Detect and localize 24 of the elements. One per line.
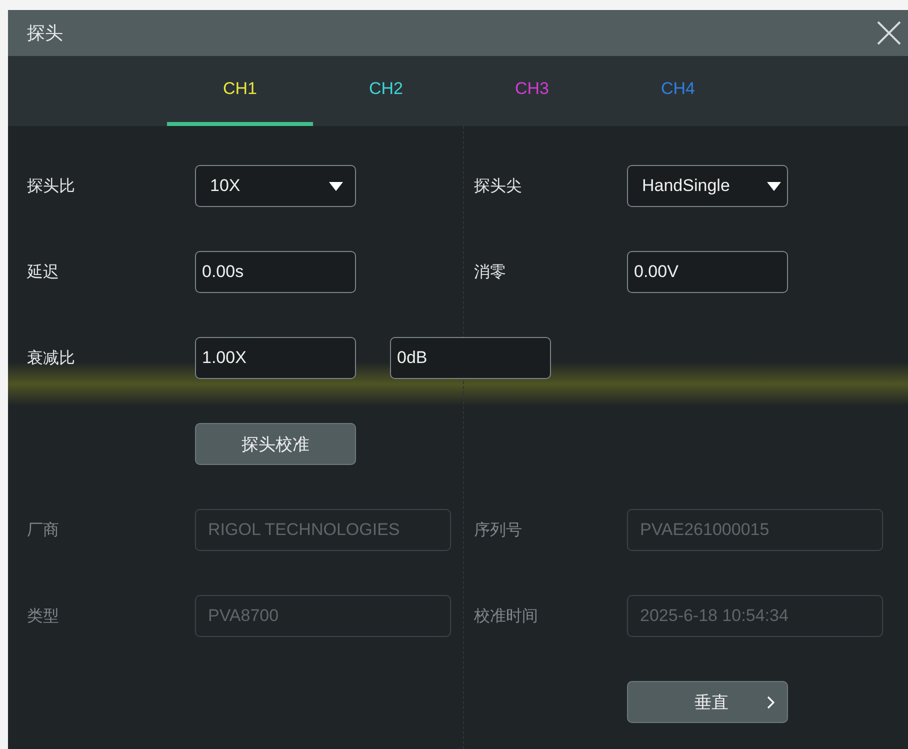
channel-tab[interactable]: CH2 — [313, 56, 459, 126]
caret-icon — [767, 182, 781, 190]
field-label: 厂商 — [27, 520, 59, 538]
field-label: 类型 — [27, 606, 59, 624]
chevron-right-icon — [767, 696, 775, 708]
channel-tab[interactable]: CH1 — [167, 56, 313, 126]
dialog-title: 探头 — [27, 22, 63, 45]
field-label: 探头比 — [27, 176, 75, 194]
field-label: 衰减比 — [27, 348, 75, 366]
close-icon[interactable] — [876, 20, 902, 46]
caret-icon — [329, 182, 343, 190]
calibrate-button[interactable]: 探头校准 — [195, 423, 356, 465]
input-field[interactable]: 0.00s — [195, 251, 356, 293]
input-field[interactable]: 0.00V — [627, 251, 788, 293]
dropdown[interactable]: 10X — [195, 165, 356, 207]
field-label: 序列号 — [474, 520, 522, 538]
field-label: 延迟 — [27, 262, 59, 280]
field-label: 消零 — [474, 262, 506, 280]
field-label: 校准时间 — [474, 606, 538, 624]
dropdown[interactable]: HandSingle — [627, 165, 788, 207]
vertical-button[interactable]: 垂直 — [627, 681, 788, 723]
input-field[interactable]: 0dB — [390, 337, 551, 379]
input-field[interactable]: 1.00X — [195, 337, 356, 379]
field-label: 探头尖 — [474, 176, 522, 194]
